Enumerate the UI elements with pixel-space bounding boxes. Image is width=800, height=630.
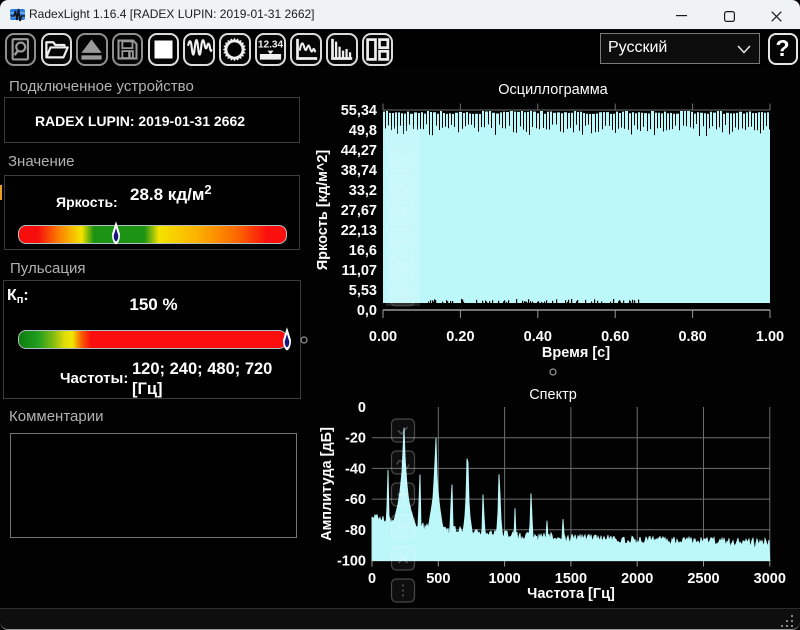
svg-text:49,8: 49,8 xyxy=(349,123,377,139)
svg-text:500: 500 xyxy=(426,571,450,587)
svg-text:Время [с]: Время [с] xyxy=(542,345,610,361)
svg-text:1.00: 1.00 xyxy=(756,329,784,345)
svg-text:5,53: 5,53 xyxy=(349,283,377,299)
svg-text:38,74: 38,74 xyxy=(341,163,377,179)
svg-text:0: 0 xyxy=(368,571,376,587)
svg-text:2000: 2000 xyxy=(621,571,653,587)
svg-text:0.00: 0.00 xyxy=(369,329,397,345)
svg-text:27,67: 27,67 xyxy=(341,203,377,219)
svg-text:0.60: 0.60 xyxy=(601,329,629,345)
svg-text:55,34: 55,34 xyxy=(341,103,377,119)
svg-text:-100: -100 xyxy=(337,554,366,570)
svg-text:1500: 1500 xyxy=(555,571,587,587)
svg-text:-40: -40 xyxy=(345,461,366,477)
svg-text:-80: -80 xyxy=(345,523,366,539)
svg-text:2500: 2500 xyxy=(687,571,719,587)
svg-text:16,6: 16,6 xyxy=(349,243,377,259)
svg-text:Спектр: Спектр xyxy=(529,387,577,403)
svg-text:44,27: 44,27 xyxy=(341,143,377,159)
svg-text:12.34: 12.34 xyxy=(258,39,284,50)
svg-text:0,0: 0,0 xyxy=(357,303,377,319)
svg-text:0.80: 0.80 xyxy=(678,329,706,345)
svg-text:11,07: 11,07 xyxy=(342,263,378,279)
svg-text:22,13: 22,13 xyxy=(341,223,377,239)
svg-text:Частота [Гц]: Частота [Гц] xyxy=(527,586,615,602)
svg-text:33,2: 33,2 xyxy=(349,183,377,199)
svg-text:-20: -20 xyxy=(345,431,366,447)
svg-text:-60: -60 xyxy=(345,492,366,508)
svg-text:0.20: 0.20 xyxy=(446,329,474,345)
svg-text:0.40: 0.40 xyxy=(524,329,552,345)
svg-text:3000: 3000 xyxy=(754,571,786,587)
svg-text:1000: 1000 xyxy=(488,571,520,587)
svg-text:0: 0 xyxy=(358,400,366,416)
svg-text:Амплитуда [дБ]: Амплитуда [дБ] xyxy=(319,427,335,541)
svg-text:Осциллограмма: Осциллограмма xyxy=(498,82,608,98)
svg-text:Яркость [кд/м^2]: Яркость [кд/м^2] xyxy=(315,150,331,271)
